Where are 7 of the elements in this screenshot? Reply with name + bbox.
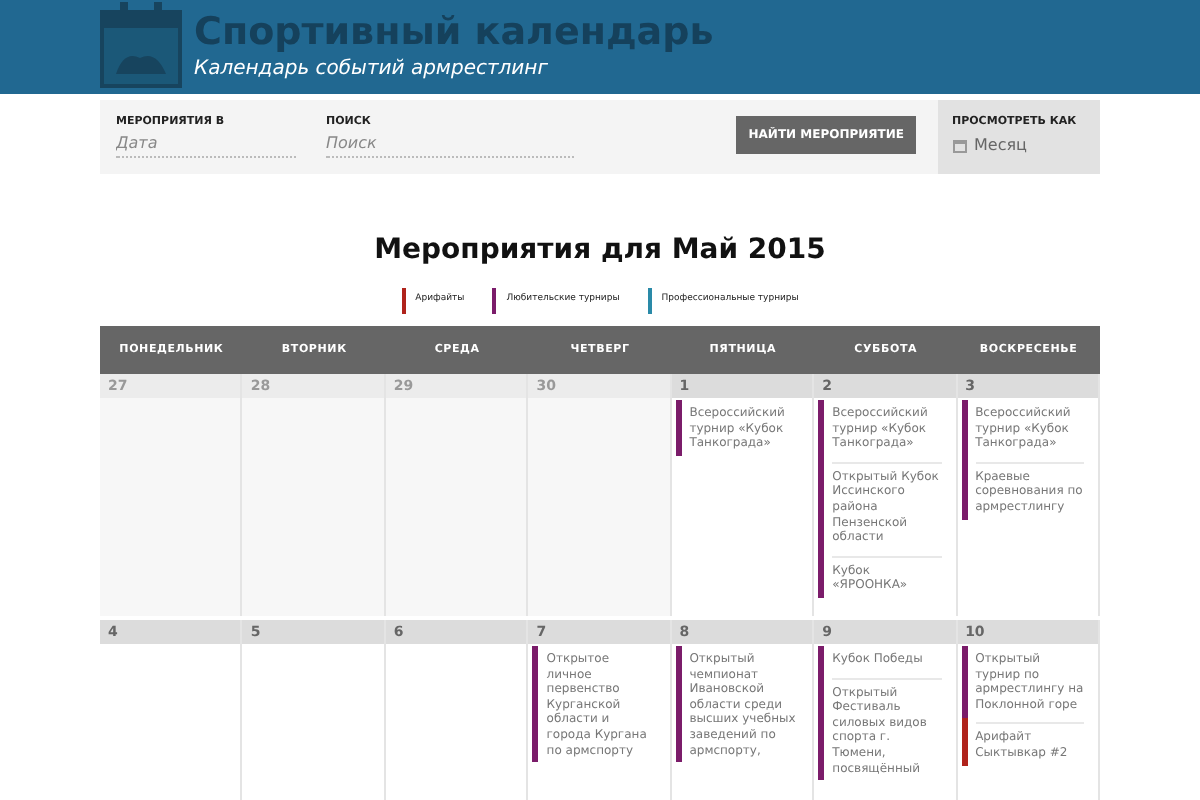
date-field[interactable]: Дата <box>116 130 296 158</box>
calendar-icon <box>952 138 968 154</box>
view-value: Месяц <box>974 134 1027 158</box>
page-heading: Мероприятия для Май 2015 <box>372 232 828 268</box>
search-field[interactable]: Поиск <box>326 130 574 158</box>
site-subtitle: Календарь событий армрестлинг <box>194 55 550 83</box>
calendar-logo-icon <box>100 2 182 88</box>
